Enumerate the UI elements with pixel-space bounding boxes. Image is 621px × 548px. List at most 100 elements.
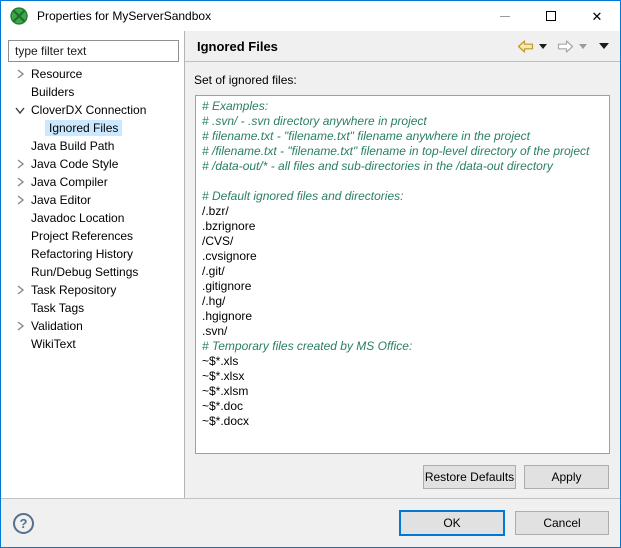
- sidebar-item-label: Task Repository: [27, 282, 120, 298]
- editor-line: ~$*.docx: [202, 414, 603, 429]
- sidebar-item-resource[interactable]: Resource: [1, 65, 184, 83]
- editor-comment-line: # .svn/ - .svn directory anywhere in pro…: [202, 114, 603, 129]
- restore-defaults-button[interactable]: Restore Defaults: [423, 465, 516, 489]
- sidebar-item-java-editor[interactable]: Java Editor: [1, 191, 184, 209]
- editor-line: ~$*.xlsx: [202, 369, 603, 384]
- sidebar-item-refactoring-history[interactable]: Refactoring History: [1, 245, 184, 263]
- help-icon[interactable]: ?: [13, 513, 34, 534]
- header-nav: [512, 40, 609, 53]
- sidebar-item-label: Java Compiler: [27, 174, 112, 190]
- page-header: Ignored Files: [185, 31, 620, 62]
- chevron-spacer: [13, 85, 27, 99]
- chevron-down-icon[interactable]: [13, 103, 27, 117]
- maximize-button[interactable]: [528, 1, 574, 31]
- editor-comment-line: # Temporary files created by MS Office:: [202, 339, 603, 354]
- sidebar-item-label: WikiText: [27, 336, 80, 352]
- editor-line: .hgignore: [202, 309, 603, 324]
- sidebar-item-run-debug-settings[interactable]: Run/Debug Settings: [1, 263, 184, 281]
- sidebar-item-label: Builders: [27, 84, 78, 100]
- sidebar-item-label: Task Tags: [27, 300, 88, 316]
- sidebar-item-task-repository[interactable]: Task Repository: [1, 281, 184, 299]
- editor-line: .svn/: [202, 324, 603, 339]
- dialog-body: ResourceBuilders CloverDX Connection Ignor…: [1, 31, 620, 498]
- editor-line: .bzrignore: [202, 219, 603, 234]
- editor-line: /.bzr/: [202, 204, 603, 219]
- sidebar-item-label: Ignored Files: [45, 120, 122, 136]
- editor-line: /CVS/: [202, 234, 603, 249]
- apply-button[interactable]: Apply: [524, 465, 609, 489]
- editor-comment-line: # Default ignored files and directories:: [202, 189, 603, 204]
- sidebar-item-java-build-path[interactable]: Java Build Path: [1, 137, 184, 155]
- sidebar-item-cloverdx-connection[interactable]: CloverDX Connection: [1, 101, 184, 119]
- editor-line: [202, 174, 603, 189]
- ignored-files-editor[interactable]: # Examples:# .svn/ - .svn directory anyw…: [195, 95, 610, 454]
- footer-bar: ? OK Cancel: [1, 498, 620, 547]
- cloverdx-app-icon: [10, 7, 28, 25]
- chevron-spacer: [13, 301, 27, 315]
- editor-line: ~$*.xlsm: [202, 384, 603, 399]
- chevron-spacer: [13, 337, 27, 351]
- sidebar-item-label: Validation: [27, 318, 87, 334]
- chevron-spacer: [13, 139, 27, 153]
- footer-buttons: OK Cancel: [399, 510, 609, 536]
- minimize-button[interactable]: [482, 1, 528, 31]
- sidebar-item-label: Run/Debug Settings: [27, 264, 142, 280]
- chevron-right-icon[interactable]: [13, 283, 27, 297]
- window-title: Properties for MyServerSandbox: [37, 9, 211, 23]
- window-controls: ✕: [482, 1, 620, 31]
- sidebar: ResourceBuilders CloverDX Connection Ignor…: [1, 31, 185, 498]
- editor-line: ~$*.xls: [202, 354, 603, 369]
- view-menu-dropdown-icon[interactable]: [599, 43, 609, 49]
- close-icon: ✕: [592, 10, 603, 23]
- back-arrow-icon[interactable]: [517, 40, 534, 53]
- back-history-dropdown-icon[interactable]: [539, 44, 547, 49]
- chevron-spacer: [13, 265, 27, 279]
- cancel-button[interactable]: Cancel: [515, 511, 609, 535]
- maximize-icon: [546, 11, 556, 21]
- sidebar-item-label: Refactoring History: [27, 246, 137, 262]
- sidebar-item-javadoc-location[interactable]: Javadoc Location: [1, 209, 184, 227]
- sidebar-item-label: Java Code Style: [27, 156, 122, 172]
- editor-line: /.git/: [202, 264, 603, 279]
- sidebar-item-task-tags[interactable]: Task Tags: [1, 299, 184, 317]
- chevron-right-icon[interactable]: [13, 193, 27, 207]
- chevron-spacer: [13, 211, 27, 225]
- editor-line: ~$*.doc: [202, 399, 603, 414]
- sidebar-item-java-compiler[interactable]: Java Compiler: [1, 173, 184, 191]
- editor-comment-line: # filename.txt - "filename.txt" filename…: [202, 129, 603, 144]
- sidebar-item-label: Java Build Path: [27, 138, 118, 154]
- chevron-right-icon[interactable]: [13, 67, 27, 81]
- sidebar-item-label: Project References: [27, 228, 137, 244]
- editor-comment-line: # Examples:: [202, 99, 603, 114]
- sidebar-item-validation[interactable]: Validation: [1, 317, 184, 335]
- chevron-spacer: [13, 247, 27, 261]
- close-button[interactable]: ✕: [574, 1, 620, 31]
- sidebar-item-project-references[interactable]: Project References: [1, 227, 184, 245]
- sidebar-item-builders[interactable]: Builders: [1, 83, 184, 101]
- editor-line: .gitignore: [202, 279, 603, 294]
- panel-buttons: Restore Defaults Apply: [185, 465, 609, 489]
- editor-comment-line: # /filename.txt - "filename.txt" filenam…: [202, 144, 603, 159]
- forward-history-dropdown-icon[interactable]: [579, 44, 587, 49]
- page-title: Ignored Files: [197, 39, 278, 54]
- sidebar-item-label: CloverDX Connection: [27, 102, 150, 118]
- chevron-spacer: [31, 121, 45, 135]
- chevron-right-icon[interactable]: [13, 175, 27, 189]
- preferences-tree: ResourceBuilders CloverDX Connection Ignor…: [1, 65, 184, 353]
- titlebar: Properties for MyServerSandbox ✕: [1, 1, 620, 31]
- sidebar-item-label: Javadoc Location: [27, 210, 128, 226]
- chevron-right-icon[interactable]: [13, 157, 27, 171]
- properties-dialog: Properties for MyServerSandbox ✕ Resourc…: [0, 0, 621, 548]
- editor-comment-line: # /data-out/* - all files and sub-direct…: [202, 159, 603, 174]
- forward-arrow-icon[interactable]: [557, 40, 574, 53]
- filter-input[interactable]: [8, 40, 179, 62]
- sidebar-item-label: Java Editor: [27, 192, 95, 208]
- sidebar-item-ignored-files[interactable]: Ignored Files: [1, 119, 184, 137]
- sidebar-item-wikitext[interactable]: WikiText: [1, 335, 184, 353]
- minimize-icon: [500, 16, 510, 17]
- section-label: Set of ignored files:: [194, 73, 620, 87]
- sidebar-item-java-code-style[interactable]: Java Code Style: [1, 155, 184, 173]
- editor-line: .cvsignore: [202, 249, 603, 264]
- ok-button[interactable]: OK: [399, 510, 505, 536]
- chevron-right-icon[interactable]: [13, 319, 27, 333]
